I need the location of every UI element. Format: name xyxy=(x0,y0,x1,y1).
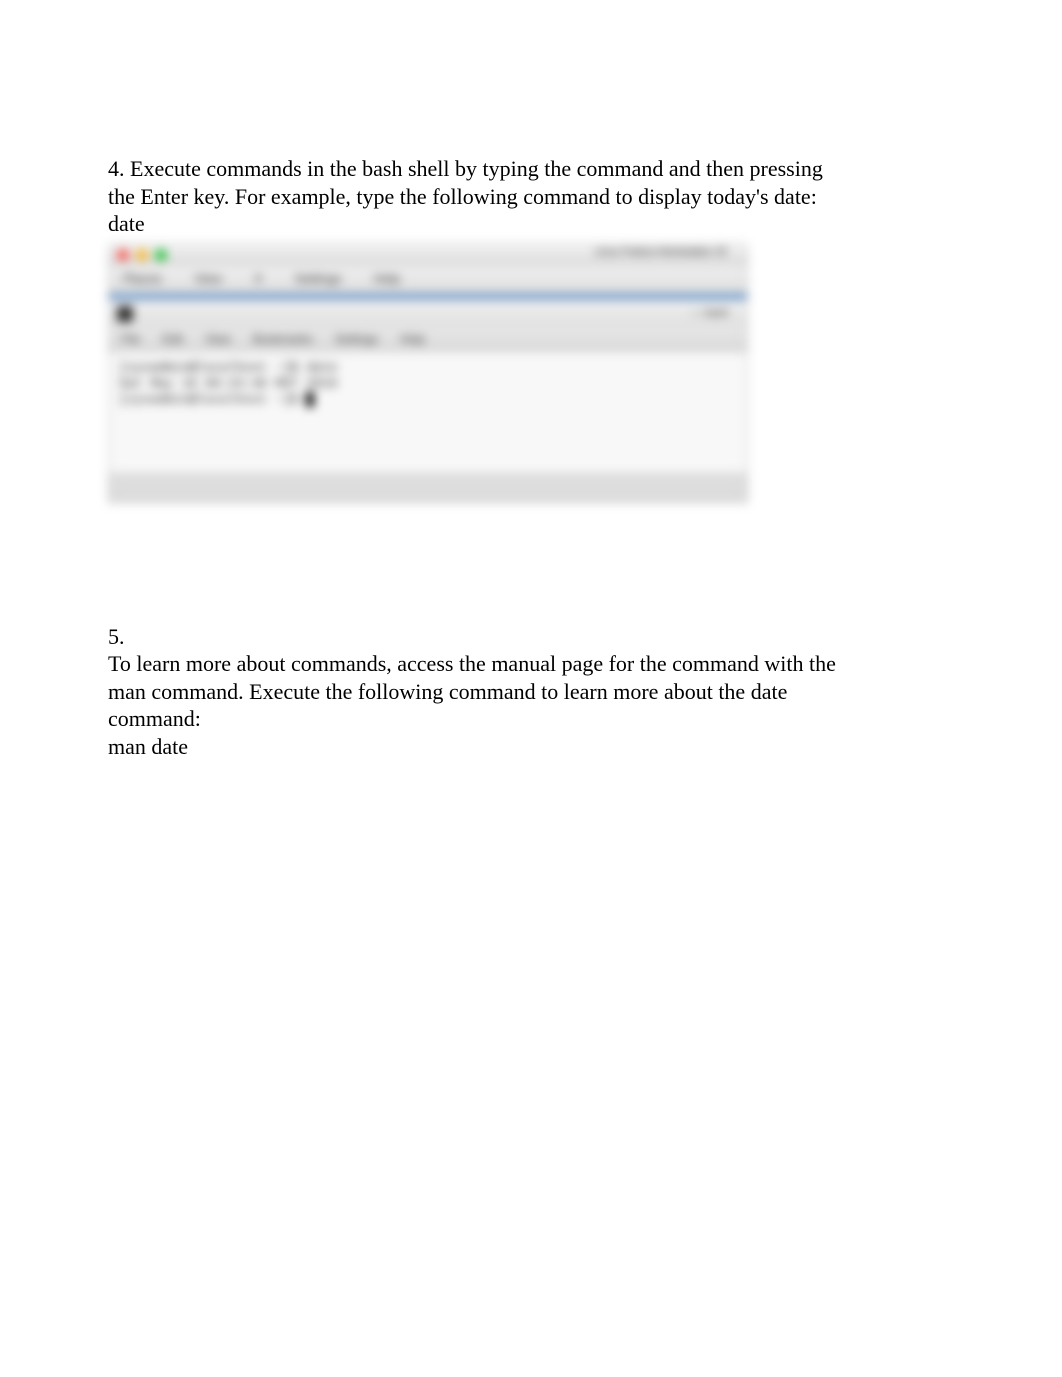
outer-menu-item: Settings xyxy=(291,269,346,289)
outer-menu-item: Places xyxy=(119,269,166,289)
cursor-icon xyxy=(306,392,314,407)
inner-titlebar: — bash xyxy=(109,300,747,328)
outer-window: Linux Fedora Workstation 25 Places View … xyxy=(108,243,748,503)
outer-menu-item: X xyxy=(250,269,267,289)
outer-menu-item: Help xyxy=(370,269,405,289)
maximize-icon xyxy=(155,249,167,261)
step-5-number: 5. xyxy=(108,623,954,651)
inner-window: — bash File Edit View Bookmarks Settings… xyxy=(109,299,747,472)
step-4-text-line2: the Enter key. For example, type the fol… xyxy=(108,183,954,211)
inner-menu-item: Edit xyxy=(162,332,183,347)
terminal-screenshot: Linux Fedora Workstation 25 Places View … xyxy=(108,243,748,503)
step-4-text-line1: 4. Execute commands in the bash shell by… xyxy=(108,155,954,183)
step-5-text-line3: command: xyxy=(108,705,954,733)
step-5-command: man date xyxy=(108,733,954,761)
inner-menu-item: Settings xyxy=(335,332,378,347)
outer-menubar: Places View X Settings Help xyxy=(109,266,747,294)
inner-menu-item: View xyxy=(205,332,231,347)
terminal-prompt: [sysadmin@localhost ~]$ xyxy=(119,392,306,407)
terminal-body: [sysadmin@localhost ~]$ date Sat May 18 … xyxy=(109,352,747,472)
step-5-block: 5. To learn more about commands, access … xyxy=(108,623,954,761)
step-5-text-line2: man command. Execute the following comma… xyxy=(108,678,954,706)
outer-titlebar: Linux Fedora Workstation 25 xyxy=(109,244,747,266)
minimize-icon xyxy=(136,249,148,261)
inner-menu-item: Help xyxy=(400,332,425,347)
step-4-block: 4. Execute commands in the bash shell by… xyxy=(108,155,954,238)
traffic-lights xyxy=(117,249,167,261)
terminal-icon xyxy=(117,306,133,322)
inner-menu-item: File xyxy=(121,332,140,347)
terminal-line-3: [sysadmin@localhost ~]$ xyxy=(119,392,737,408)
inner-title-text: — bash xyxy=(691,307,729,321)
step-5-text-line1: To learn more about commands, access the… xyxy=(108,650,954,678)
terminal-line-1: [sysadmin@localhost ~]$ date xyxy=(119,360,737,376)
outer-menu-item: View xyxy=(190,269,226,289)
close-icon xyxy=(117,249,129,261)
outer-window-title: Linux Fedora Workstation 25 xyxy=(595,246,727,260)
step-4-command: date xyxy=(108,210,954,238)
terminal-line-2: Sat May 18 09:23:46 MST 2019 xyxy=(119,376,737,392)
inner-menu-item: Bookmarks xyxy=(253,332,313,347)
inner-menubar: File Edit View Bookmarks Settings Help xyxy=(109,328,747,352)
